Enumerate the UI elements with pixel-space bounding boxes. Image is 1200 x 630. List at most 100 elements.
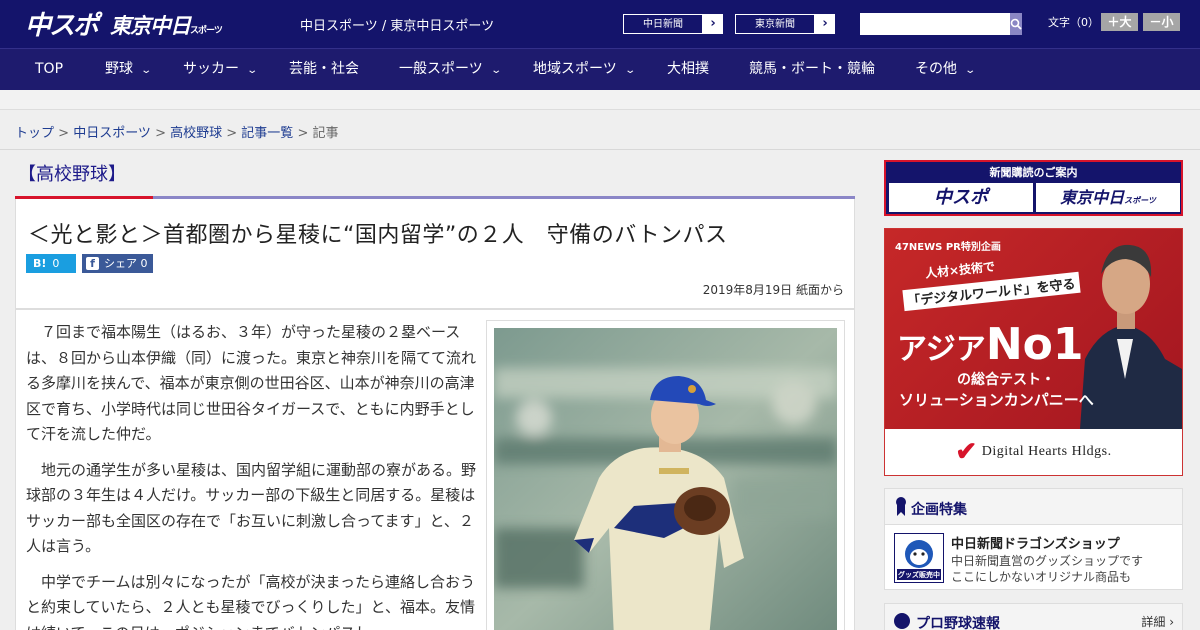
article-photo-frame [486,320,845,630]
tokyo-logo-text: 東京中日 [110,14,191,38]
article-headline: ＜光と影と＞首都圏から星稜に“国内留学”の２人 守備のバトンパス [28,223,728,248]
breadcrumb-separator: > [293,126,313,141]
dragons-shop-badge: グッズ販売中 [898,571,940,579]
pro-baseball-details-link[interactable]: 詳細 › [1141,613,1174,630]
ad-visual: 47NEWS PR特別企画 人材×技術で 「デジタルワールド」を守る アジアNo… [885,229,1182,429]
chevron-down-icon: ⌄ [140,65,153,76]
subscribe-chunichi-sports[interactable]: 中スポ [889,183,1033,212]
breadcrumb-link-chunichi-sports[interactable]: 中日スポーツ [73,126,151,141]
nav-label: 地域スポーツ [533,61,617,77]
article-date: 2019年8月19日 紙面から [702,283,844,297]
pro-baseball-title: プロ野球速報 [916,616,1000,630]
tokyo-shimbun-label: 東京新聞 [735,14,815,34]
site-header: 中スポ 東京中日スポーツ 中日スポーツ / 東京中日スポーツ 中日新聞 › 東京… [0,0,1200,48]
chunichi-shimbun-link[interactable]: 中日新聞 › [622,13,724,35]
nav-item-local-sports[interactable]: 地域スポーツ ⌄ [533,49,636,91]
ad-line-3: の総合テスト・ [957,372,1055,388]
chevron-down-icon: ⌄ [246,65,259,76]
breadcrumb: トップ > 中日スポーツ > 高校野球 > 記事一覧 > 記事 [15,122,339,141]
breadcrumb-separator: > [150,126,171,141]
ad-company: ✔ Digital Hearts Hldgs. [885,429,1182,475]
pro-baseball-live: プロ野球速報 詳細 › [884,603,1183,630]
article-paragraph: ７回まで福本陽生（はるお、３年）が守った星稜の２塁ベースは、８回から山本伊織（同… [26,323,477,443]
facebook-share-label: シェア [104,257,137,270]
breadcrumb-current: 記事 [312,126,339,141]
dragons-shop-link[interactable]: 中日新聞ドラゴンズショップ [951,533,1120,552]
hatena-icon: B! [33,257,47,270]
search-box [860,13,1022,35]
breadcrumb-divider [0,149,1200,150]
nav-item-soccer[interactable]: サッカー ⌄ [183,49,259,91]
tokyo-chunichi-logo[interactable]: 東京中日スポーツ [110,10,223,40]
font-size-label: 文字（0） [1048,16,1099,29]
checkmark-icon: ✔ [955,437,978,466]
search-button[interactable] [1010,13,1022,35]
chevron-right-icon: › [822,16,828,31]
nav-item-entertainment[interactable]: 芸能・社会 [289,49,359,91]
article-paragraph: 地元の通学生が多い星稜は、国内留学組に運動部の寮がある。野球部の３年生は４人だけ… [26,460,477,556]
nav-item-general-sports[interactable]: 一般スポーツ ⌄ [399,49,502,91]
nav-label: 野球 [105,61,133,77]
dragons-shop-thumbnail[interactable]: グッズ販売中 [894,533,944,583]
font-larger-button[interactable]: ＋大 [1101,13,1138,31]
ad-headline: アジアNo1 [897,319,1083,370]
facebook-share-button[interactable]: f シェア 0 [82,254,153,273]
nav-item-top[interactable]: TOP [35,49,63,91]
article-header: ＜光と影と＞首都圏から星稜に“国内留学”の２人 守備のバトンパス B! 0 f シェ… [15,199,855,309]
tokyo-shimbun-link[interactable]: 東京新聞 › [734,13,836,35]
breadcrumb-link-top[interactable]: トップ [15,126,54,141]
chevron-right-icon: › [710,16,716,31]
ribbon-icon [896,497,906,516]
nav-label: サッカー [183,61,239,77]
subscribe-tokyo-chunichi[interactable]: 東京中日スポーツ [1036,183,1180,212]
ad-tag: 47NEWS PR特別企画 [895,242,1001,253]
chevron-down-icon: ⌄ [964,65,977,76]
article-photo[interactable] [494,328,837,630]
breadcrumb-link-high-school-baseball[interactable]: 高校野球 [170,126,222,141]
sub-nav-strip [0,90,1200,110]
hatena-count: 0 [52,257,60,270]
breadcrumb-link-article-list[interactable]: 記事一覧 [241,126,293,141]
subscription-title: 新聞購読のご案内 [989,166,1078,179]
feature-header: 企画特集 [885,489,1182,525]
feature-title: 企画特集 [911,502,967,518]
category-label[interactable]: 【高校野球】 [18,160,126,186]
search-input[interactable] [860,13,1010,35]
font-smaller-button[interactable]: －小 [1143,13,1180,31]
subscription-banner[interactable]: 新聞購読のご案内 中スポ 東京中日スポーツ [884,160,1183,216]
facebook-icon: f [86,257,99,270]
tokyo-logo-sub: スポーツ [190,26,223,36]
nav-label: 競馬・ボート・競輪 [749,61,875,77]
ad-company-name: Digital Hearts Hldgs. [981,444,1112,460]
nav-label: TOP [35,61,64,77]
chunichi-logo-text: 中スポ [25,10,99,41]
subscribe-logo-1-text: 中スポ [934,187,988,208]
nav-item-sumo[interactable]: 大相撲 [667,49,709,91]
nav-label: 大相撲 [667,61,709,77]
facebook-share-count: 0 [140,257,148,270]
article-paragraph: 中学でチームは別々になったが「高校が決まったら連絡し合おうと約束していたら、２人… [26,572,475,630]
breadcrumb-separator: > [222,126,242,141]
nav-item-other[interactable]: その他 ⌄ [915,49,977,91]
main-nav: TOP 野球 ⌄ サッカー ⌄ 芸能・社会 一般スポーツ ⌄ 地域スポーツ ⌄ 大相撲 … [0,48,1200,90]
dragons-shop-desc-line: 中日新聞直営のグッズショップです [951,554,1144,568]
feature-box: 企画特集 グッズ販売中 中日新聞ドラゴンズショップ 中日新聞直営のグッズショップ… [884,488,1183,590]
baseball-player-photo [494,328,837,630]
chevron-down-icon: ⌄ [490,65,502,76]
site-names: 中日スポーツ / 東京中日スポーツ [300,19,495,34]
nav-label: その他 [915,61,957,77]
nav-label: 一般スポーツ [399,61,483,77]
chunichi-sports-logo[interactable]: 中スポ [25,8,99,41]
search-icon [1010,18,1022,30]
nav-label: 芸能・社会 [289,61,359,77]
nav-item-racing[interactable]: 競馬・ボート・競輪 [749,49,875,91]
breadcrumb-separator: > [54,126,74,141]
chunichi-shimbun-label: 中日新聞 [623,14,703,34]
subscribe-logo-2-text: 東京中日 [1060,188,1125,207]
nav-item-baseball[interactable]: 野球 ⌄ [105,49,153,91]
ad-headline-prefix: アジア [897,332,986,367]
ad-line-4: ソリューションカンパニーへ [899,391,1094,409]
hatena-bookmark-button[interactable]: B! 0 [26,254,76,273]
article-body: ７回まで福本陽生（はるお、３年）が守った星稜の２塁ベースは、８回から山本伊織（同… [15,309,855,630]
advertisement-banner[interactable]: 47NEWS PR特別企画 人材×技術で 「デジタルワールド」を守る アジアNo… [884,228,1183,476]
